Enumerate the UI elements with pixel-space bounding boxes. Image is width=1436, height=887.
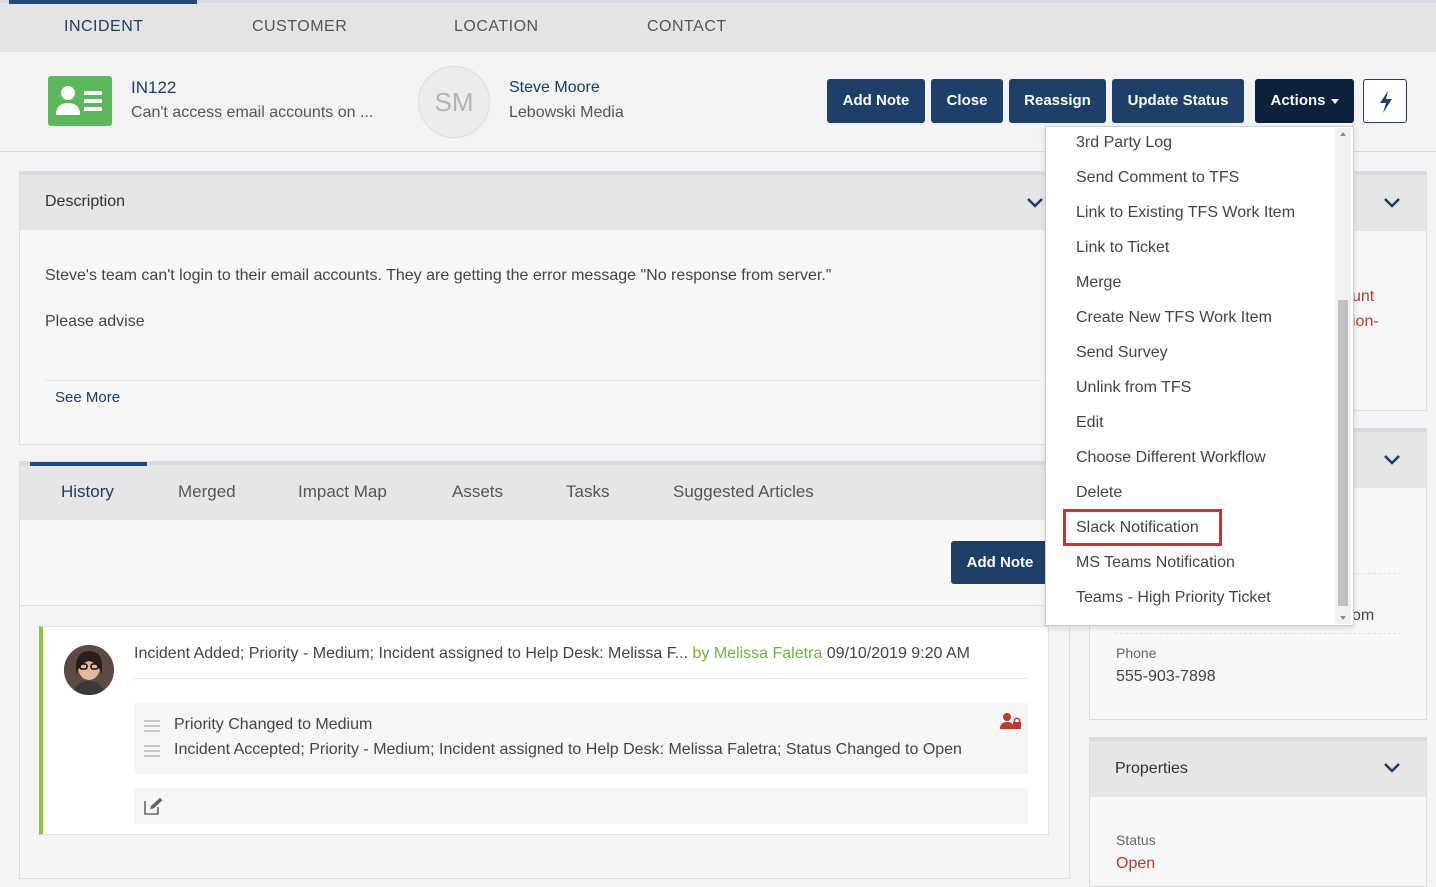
partial-text: ion- — [1352, 313, 1379, 330]
properties-title: Properties — [1115, 760, 1188, 777]
scroll-down-icon[interactable] — [1340, 616, 1346, 620]
properties-panel-header[interactable]: Properties — [1090, 738, 1426, 797]
history-entry-actions — [134, 788, 1028, 824]
menu-item-edit[interactable]: Edit — [1076, 414, 1104, 432]
menu-item-delete[interactable]: Delete — [1076, 484, 1122, 502]
list-icon — [144, 745, 160, 757]
chevron-down-icon[interactable] — [1383, 197, 1401, 209]
lightning-bolt-icon — [1380, 91, 1392, 113]
divider — [134, 678, 1028, 679]
properties-panel: Properties Status Open — [1089, 737, 1427, 887]
menu-item-ms-teams-notification[interactable]: MS Teams Notification — [1076, 554, 1235, 572]
list-icon — [144, 720, 160, 732]
entry-timestamp: 09/10/2019 9:20 AM — [826, 645, 970, 662]
chevron-down-icon[interactable] — [1026, 197, 1044, 209]
menu-item-slack-notification[interactable]: Slack Notification — [1076, 519, 1199, 537]
scrollbar-thumb[interactable] — [1338, 300, 1348, 606]
quick-action-button[interactable] — [1363, 79, 1407, 123]
status-value: Open — [1116, 855, 1156, 872]
menu-item-create-new-tfs-work-item[interactable]: Create New TFS Work Item — [1076, 309, 1272, 327]
description-title: Description — [45, 193, 126, 210]
menu-item-unlink-from-tfs[interactable]: Unlink from TFS — [1076, 379, 1191, 397]
tab-incident[interactable]: INCIDENT — [64, 3, 144, 52]
description-text-2: Please advise — [45, 313, 145, 330]
description-panel: Description Steve's team can't login to … — [19, 171, 1050, 445]
avatar — [64, 645, 114, 695]
history-add-note-button[interactable]: Add Note — [951, 541, 1049, 584]
caret-down-icon — [1330, 98, 1339, 104]
partial-text: unt — [1352, 288, 1375, 305]
tab-location[interactable]: LOCATION — [454, 3, 539, 52]
status-label: Status — [1116, 832, 1156, 848]
active-tab-indicator — [30, 462, 147, 466]
contact-card-icon — [48, 76, 112, 126]
tab-tasks[interactable]: Tasks — [566, 482, 609, 502]
see-more-link[interactable]: See More — [55, 389, 120, 406]
incident-id: IN122 — [131, 78, 177, 97]
update-status-button[interactable]: Update Status — [1112, 79, 1244, 123]
tab-suggested-articles[interactable]: Suggested Articles — [673, 482, 814, 502]
divider — [1115, 633, 1401, 634]
tab-customer[interactable]: CUSTOMER — [252, 3, 347, 52]
scroll-up-icon[interactable] — [1340, 132, 1346, 136]
chevron-down-icon[interactable] — [1383, 762, 1401, 774]
dropdown-scrollbar[interactable] — [1335, 128, 1351, 624]
history-tab-bar: History Merged Impact Map Assets Tasks S… — [20, 462, 1049, 520]
history-entry-details: Priority Changed to Medium Incident Acce… — [134, 703, 1028, 774]
tab-contact[interactable]: CONTACT — [647, 3, 727, 52]
menu-item-send-survey[interactable]: Send Survey — [1076, 344, 1168, 362]
menu-item-3rd-party-log[interactable]: 3rd Party Log — [1076, 134, 1172, 152]
actions-button[interactable]: Actions — [1255, 79, 1354, 123]
actions-dropdown-menu: 3rd Party Log Send Comment to TFS Link t… — [1045, 126, 1354, 626]
customer-company: Lebowski Media — [509, 104, 624, 121]
actions-button-label: Actions — [1270, 92, 1326, 109]
customer-name[interactable]: Steve Moore — [509, 79, 600, 97]
entry-author-link[interactable]: by Melissa Faletra — [692, 645, 822, 662]
phone-label: Phone — [1116, 645, 1157, 661]
entry-summary-text: Incident Added; Priority - Medium; Incid… — [134, 645, 689, 662]
customer-avatar: SM — [418, 66, 490, 138]
menu-item-send-comment-to-tfs[interactable]: Send Comment to TFS — [1076, 169, 1239, 187]
menu-item-choose-different-workflow[interactable]: Choose Different Workflow — [1076, 449, 1266, 467]
menu-item-link-to-existing-tfs-work-item[interactable]: Link to Existing TFS Work Item — [1076, 204, 1295, 222]
history-detail-line: Priority Changed to Medium — [174, 716, 373, 733]
tab-history[interactable]: History — [61, 482, 114, 502]
menu-item-merge[interactable]: Merge — [1076, 274, 1121, 292]
close-button[interactable]: Close — [931, 79, 1003, 123]
description-panel-header[interactable]: Description — [20, 172, 1049, 230]
history-panel: History Merged Impact Map Assets Tasks S… — [19, 461, 1050, 606]
tab-impact-map[interactable]: Impact Map — [298, 482, 387, 502]
menu-item-teams-high-priority-ticket[interactable]: Teams - High Priority Ticket — [1076, 589, 1271, 607]
add-note-button[interactable]: Add Note — [827, 79, 925, 123]
reassign-button[interactable]: Reassign — [1009, 79, 1106, 123]
tab-merged[interactable]: Merged — [178, 482, 236, 502]
divider — [45, 380, 1041, 381]
chevron-down-icon[interactable] — [1383, 454, 1401, 466]
history-detail-line: Incident Accepted; Priority - Medium; In… — [174, 741, 962, 758]
incident-title: Can't access email accounts on ... — [131, 104, 374, 121]
phone-value[interactable]: 555-903-7898 — [1116, 668, 1216, 686]
menu-item-link-to-ticket[interactable]: Link to Ticket — [1076, 239, 1169, 257]
top-tab-bar: INCIDENT CUSTOMER LOCATION CONTACT — [0, 0, 1436, 52]
edit-icon[interactable] — [144, 797, 164, 815]
user-lock-icon — [1000, 713, 1021, 729]
description-text: Steve's team can't login to their email … — [45, 267, 832, 284]
tab-assets[interactable]: Assets — [452, 482, 503, 502]
partial-text: om — [1352, 607, 1375, 624]
history-entry-summary: Incident Added; Priority - Medium; Incid… — [134, 645, 970, 663]
